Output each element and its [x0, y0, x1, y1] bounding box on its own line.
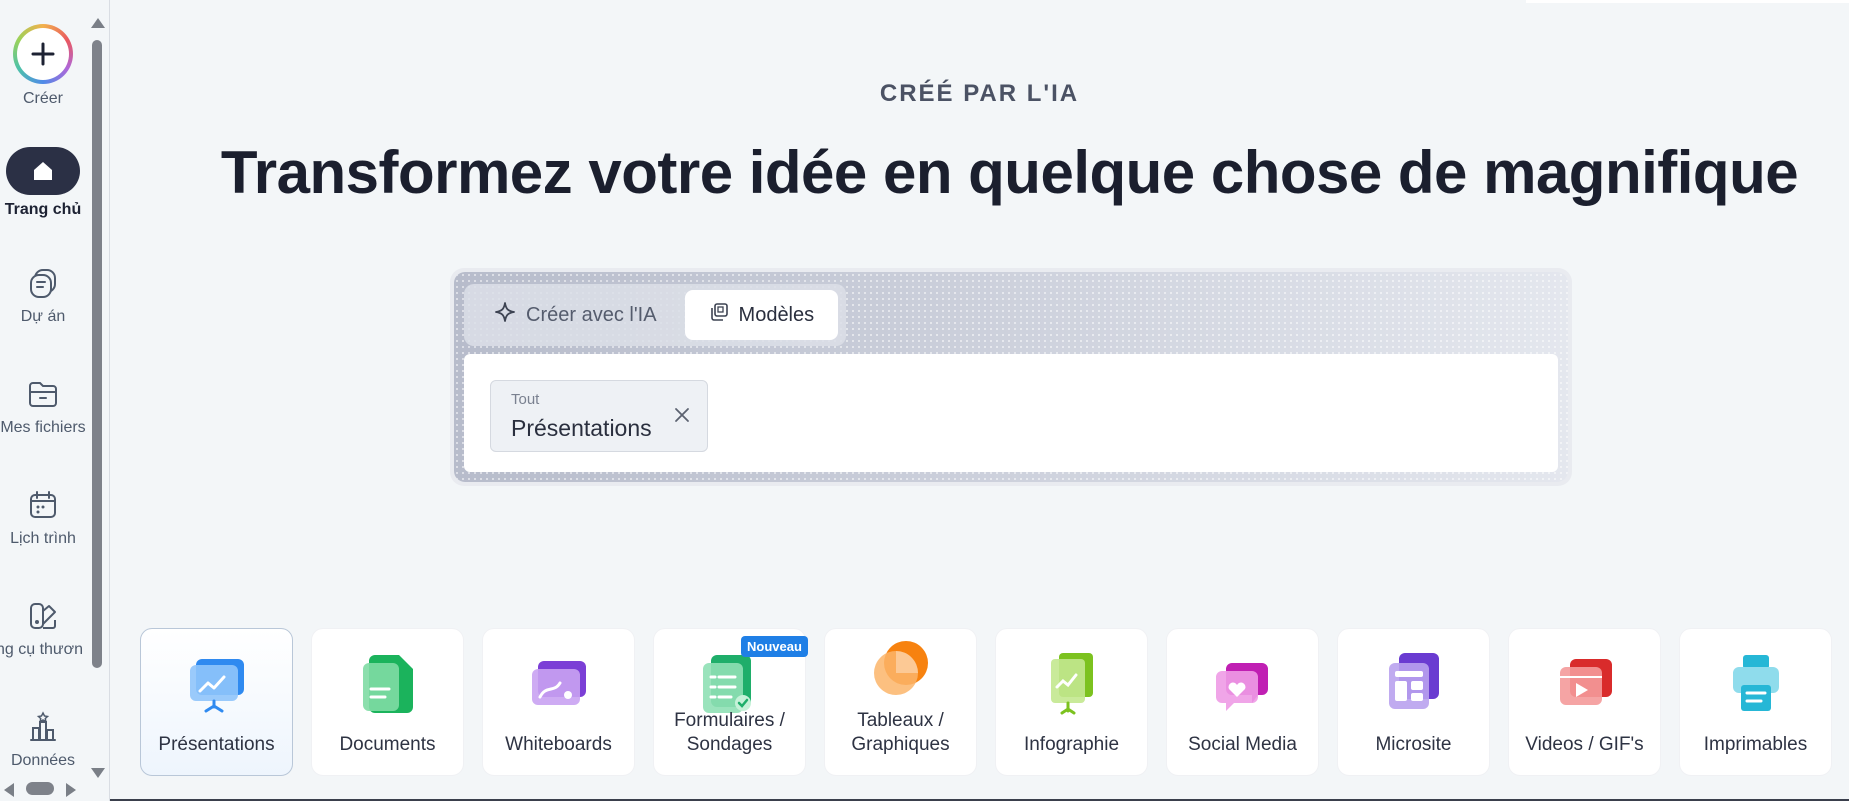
sidebar-vertical-scrollbar[interactable]: [88, 14, 106, 778]
category-label: Whiteboards: [505, 734, 612, 755]
sidebar-item-label: Trang chủ: [4, 201, 82, 218]
category-card-whiteboards[interactable]: Whiteboards: [482, 628, 635, 776]
category-label-line: Tableaux / Graphiques: [851, 710, 950, 755]
sidebar-item-home[interactable]: Trang chủ: [0, 147, 86, 219]
plus-icon: [13, 24, 73, 84]
tab-templates[interactable]: Modèles: [684, 290, 839, 340]
category-card-presentations[interactable]: Présentations: [140, 628, 293, 776]
tab-label: Créer avec l'IA: [526, 303, 657, 326]
category-label: Présentations: [158, 734, 275, 755]
category-label: Infographie: [1023, 734, 1120, 755]
tab-create-with-ai[interactable]: Créer avec l'IA: [470, 290, 681, 340]
scroll-left-icon[interactable]: [4, 783, 14, 797]
tab-label: Modèles: [738, 303, 815, 326]
category-label: Documents: [339, 734, 436, 755]
sidebar-item-data[interactable]: Données: [0, 708, 86, 770]
sidebar-item-label: Dự án: [20, 308, 66, 325]
close-icon[interactable]: [673, 406, 691, 424]
category-card-videos[interactable]: Videos / GIF's: [1508, 628, 1661, 776]
scroll-right-icon[interactable]: [66, 783, 76, 797]
hero-eyebrow: CRÉÉ PAR L'IA: [879, 80, 1080, 107]
panel-tabs: Créer avec l'IA Modèles: [464, 284, 846, 346]
category-card-forms[interactable]: Nouveau Formulaires / Sondages: [653, 628, 808, 776]
category-label-line: Formulaires / Sondages: [674, 710, 785, 755]
sidebar-item-create[interactable]: Créer: [0, 24, 86, 108]
category-card-printables[interactable]: Imprimables: [1679, 628, 1832, 776]
category-label: Videos / GIF's: [1525, 734, 1644, 755]
templates-icon: [709, 302, 729, 328]
sparkle-icon: [494, 301, 516, 329]
folder-icon: [0, 375, 86, 413]
sidebar-item-projects[interactable]: Dự án: [0, 264, 86, 326]
category-card-charts[interactable]: Tableaux / Graphiques: [824, 628, 977, 776]
data-icon: [0, 708, 86, 746]
filter-chip-category: Tout: [511, 391, 540, 408]
whiteboard-icon: [524, 649, 594, 719]
category-label: Formulaires / Sondages: [654, 709, 805, 757]
projects-icon: [0, 264, 86, 302]
calendar-icon: [0, 486, 86, 524]
filter-chip[interactable]: Tout Présentations: [490, 380, 708, 452]
sidebar: Créer Trang chủ Dự án Mes fichiers Lịch: [0, 0, 110, 801]
sidebar-item-label: Données: [10, 752, 76, 769]
scroll-down-icon[interactable]: [91, 768, 105, 778]
social-media-icon: [1208, 649, 1278, 719]
sidebar-horizontal-scrollbar[interactable]: [0, 780, 88, 798]
presentation-icon: [182, 649, 252, 719]
sidebar-item-brand-tools[interactable]: ng cụ thươn: [0, 597, 86, 659]
sidebar-item-label: Lịch trình: [10, 530, 76, 547]
category-label: Tableaux / Graphiques: [825, 709, 976, 757]
sidebar-item-files[interactable]: Mes fichiers: [0, 375, 86, 437]
filter-chip-value: Présentations: [511, 415, 652, 441]
sidebar-item-label: Mes fichiers: [0, 419, 86, 436]
create-panel: Créer avec l'IA Modèles Tout Présentatio…: [450, 268, 1572, 486]
printer-icon: [1721, 649, 1791, 719]
page-title: Transformez votre idée en quelque chose …: [220, 139, 1799, 206]
sidebar-item-label: ng cụ thươn: [0, 641, 84, 658]
scrollbar-thumb[interactable]: [26, 782, 54, 795]
scrollbar-thumb[interactable]: [92, 40, 102, 668]
category-card-infographics[interactable]: Infographie: [995, 628, 1148, 776]
chart-icon: [866, 635, 936, 705]
sidebar-item-schedule[interactable]: Lịch trình: [0, 486, 86, 548]
infographic-icon: [1037, 649, 1107, 719]
document-icon: [353, 649, 423, 719]
scroll-up-icon[interactable]: [91, 18, 105, 28]
category-cards: Présentations Documents Whiteboards Nouv…: [140, 628, 1849, 776]
top-edge-strip: [1526, 0, 1849, 3]
sidebar-item-label: Créer: [22, 90, 63, 107]
new-badge: Nouveau: [741, 636, 808, 657]
category-label: Social Media: [1188, 734, 1297, 755]
microsite-icon: [1379, 649, 1449, 719]
filter-area: Tout Présentations: [464, 354, 1558, 472]
category-card-microsite[interactable]: Microsite: [1337, 628, 1490, 776]
category-label: Imprimables: [1703, 734, 1808, 755]
video-icon: [1550, 649, 1620, 719]
category-card-social-media[interactable]: Social Media: [1166, 628, 1319, 776]
brand-tools-icon: [0, 597, 86, 635]
category-label: Microsite: [1375, 734, 1452, 755]
home-icon: [6, 147, 80, 195]
category-card-documents[interactable]: Documents: [311, 628, 464, 776]
